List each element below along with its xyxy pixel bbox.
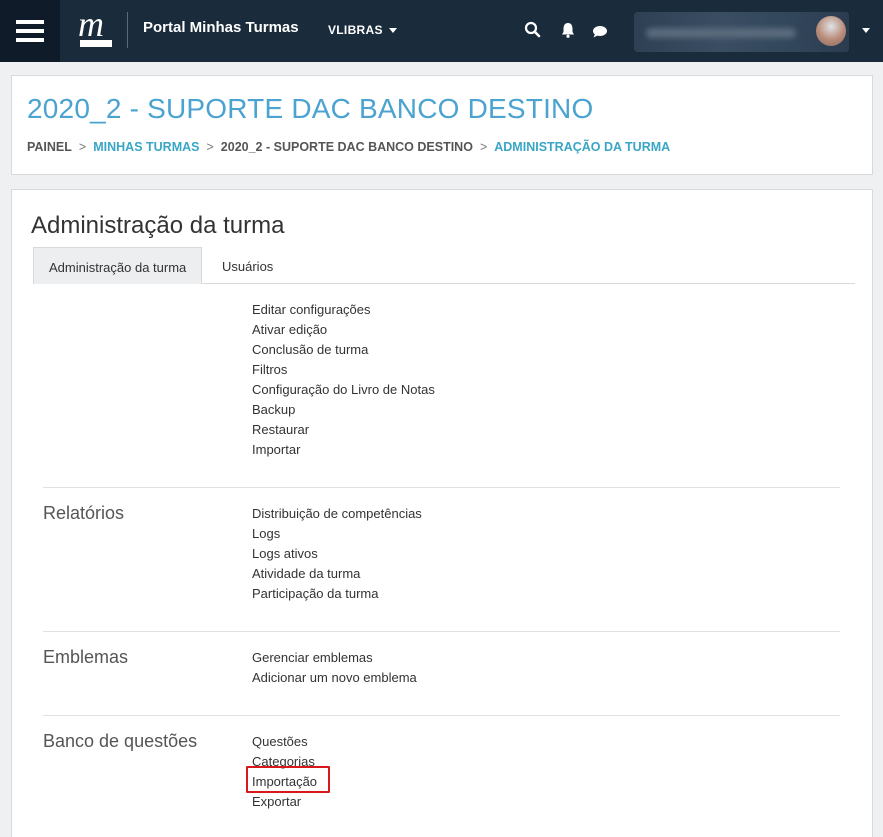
chevron-down-icon — [388, 28, 397, 34]
course-title: 2020_2 - SUPORTE DAC BANCO DESTINO — [27, 93, 594, 124]
link-livro-de-notas[interactable]: Configuração do Livro de Notas — [252, 382, 435, 397]
breadcrumb-separator: > — [479, 140, 488, 154]
hamburger-icon-bar — [16, 38, 44, 42]
link-questoes[interactable]: Questões — [252, 734, 308, 749]
link-participacao-da-turma[interactable]: Participação da turma — [252, 586, 378, 601]
link-logs-ativos[interactable]: Logs ativos — [252, 546, 318, 561]
breadcrumb-separator: > — [78, 140, 87, 154]
list-item: Participação da turma — [252, 584, 422, 604]
link-backup[interactable]: Backup — [252, 402, 295, 417]
section-divider — [43, 715, 840, 716]
link-importar[interactable]: Importar — [252, 442, 300, 457]
list-item: Filtros — [252, 360, 435, 380]
chat-icon[interactable] — [590, 20, 610, 40]
link-conclusao-de-turma[interactable]: Conclusão de turma — [252, 342, 368, 357]
list-item: Conclusão de turma — [252, 340, 435, 360]
vlibras-menu-label: VLIBRAS — [328, 23, 383, 37]
highlight-box — [246, 766, 330, 793]
page-header: 2020_2 - SUPORTE DAC BANCO DESTINO PAINE… — [11, 75, 873, 175]
link-gerenciar-emblemas[interactable]: Gerenciar emblemas — [252, 650, 373, 665]
list-item: Adicionar um novo emblema — [252, 668, 417, 688]
list-item: Restaurar — [252, 420, 435, 440]
link-adicionar-emblema[interactable]: Adicionar um novo emblema — [252, 670, 417, 685]
brand-divider — [127, 12, 128, 48]
logo-letter: m — [78, 4, 104, 44]
link-filtros[interactable]: Filtros — [252, 362, 287, 377]
brand-logo[interactable]: m — [78, 6, 114, 50]
list-item: Configuração do Livro de Notas — [252, 380, 435, 400]
breadcrumb: PAINEL > MINHAS TURMAS >2020_2 - SUPORTE DA… — [27, 140, 670, 154]
section-divider — [43, 631, 840, 632]
hamburger-icon-bar — [16, 29, 44, 33]
breadcrumb-separator: > — [206, 140, 214, 154]
link-distribuicao-competencias[interactable]: Distribuição de competências — [252, 506, 422, 521]
list-item: Gerenciar emblemas — [252, 648, 417, 668]
list-item: Logs ativos — [252, 544, 422, 564]
bell-icon[interactable] — [558, 20, 578, 40]
logo-bar — [80, 40, 112, 47]
section-heading-emblemas: Emblemas — [43, 647, 129, 667]
emblemas-links: Gerenciar emblemas Adicionar um novo emb… — [252, 648, 417, 688]
breadcrumb-course[interactable]: 2020_2 - SUPORTE DAC BANCO DESTINO — [221, 140, 473, 154]
vlibras-menu[interactable]: VLIBRAS — [328, 23, 397, 37]
avatar[interactable] — [816, 16, 846, 46]
list-item: Importar — [252, 440, 435, 460]
list-item: Distribuição de competências — [252, 504, 422, 524]
search-icon[interactable] — [523, 20, 543, 40]
relatorios-links: Distribuição de competências Logs Logs a… — [252, 504, 422, 604]
general-links: Editar configurações Ativar edição Concl… — [252, 300, 435, 460]
breadcrumb-administracao[interactable]: ADMINISTRAÇÃO DA TURMA — [494, 140, 670, 154]
tab-usuarios[interactable]: Usuários — [207, 247, 288, 284]
user-name-redacted — [646, 28, 796, 38]
tab-administracao-da-turma[interactable]: Administração da turma — [33, 247, 203, 284]
list-item: Exportar — [252, 792, 317, 812]
link-restaurar[interactable]: Restaurar — [252, 422, 309, 437]
brand-title[interactable]: Portal Minhas Turmas — [143, 19, 299, 36]
link-exportar[interactable]: Exportar — [252, 794, 301, 809]
link-atividade-da-turma[interactable]: Atividade da turma — [252, 566, 360, 581]
breadcrumb-painel[interactable]: PAINEL — [27, 140, 72, 154]
list-item: Questões — [252, 732, 317, 752]
list-item: Ativar edição — [252, 320, 435, 340]
course-admin-panel: Administração da turma Administração da … — [11, 189, 873, 837]
list-item: Editar configurações — [252, 300, 435, 320]
breadcrumb-minhas-turmas[interactable]: MINHAS TURMAS — [93, 140, 199, 154]
menu-toggle-button[interactable] — [0, 0, 60, 62]
link-ativar-edicao[interactable]: Ativar edição — [252, 322, 327, 337]
link-logs[interactable]: Logs — [252, 526, 280, 541]
link-editar-configuracoes[interactable]: Editar configurações — [252, 302, 371, 317]
hamburger-icon-bar — [16, 20, 44, 24]
list-item: Atividade da turma — [252, 564, 422, 584]
section-heading-banco-de-questoes: Banco de questões — [43, 731, 198, 751]
section-heading-relatorios: Relatórios — [43, 503, 125, 523]
top-navbar: m Portal Minhas Turmas VLIBRAS — [0, 0, 883, 62]
section-divider — [43, 487, 840, 488]
list-item: Backup — [252, 400, 435, 420]
list-item: Logs — [252, 524, 422, 544]
admin-tabs: Administração da turma Usuários — [33, 247, 855, 284]
chevron-down-icon[interactable] — [862, 28, 870, 33]
page-title: Administração da turma — [31, 212, 285, 239]
